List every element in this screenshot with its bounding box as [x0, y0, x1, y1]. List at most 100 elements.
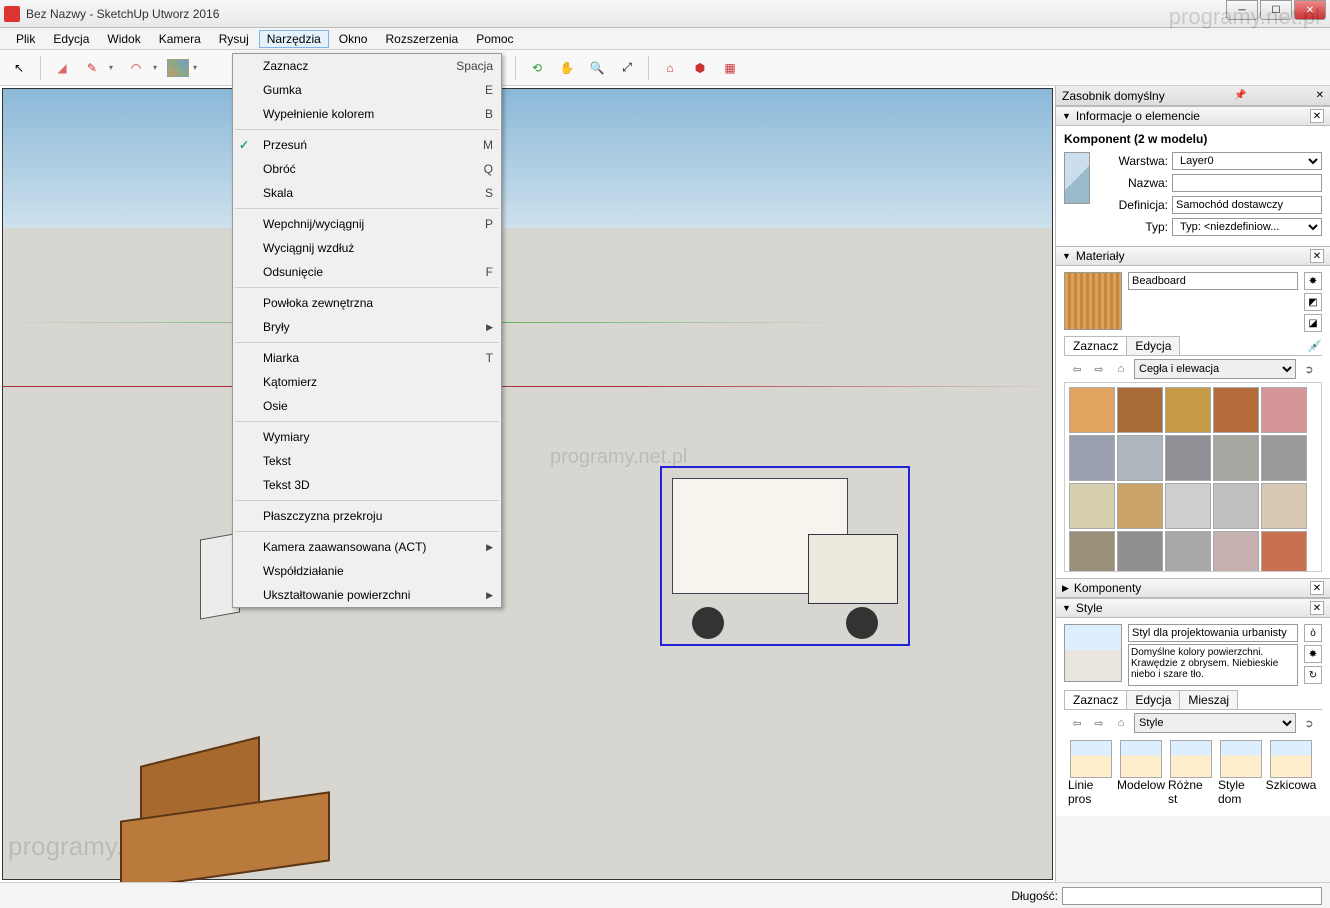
- menu-plik[interactable]: Plik: [8, 30, 43, 48]
- menu-item[interactable]: Płaszczyzna przekroju: [233, 504, 501, 528]
- components-header[interactable]: ▶Komponenty ✕: [1056, 578, 1330, 598]
- eyedropper-icon[interactable]: 💉: [1307, 339, 1322, 353]
- viewport-3d[interactable]: programy.net.pl programy.net.pl: [0, 86, 1055, 882]
- material-swatch[interactable]: [1117, 531, 1163, 572]
- definition-input[interactable]: [1172, 196, 1322, 214]
- tray-close-icon[interactable]: ✕: [1316, 90, 1324, 101]
- menu-item[interactable]: OdsunięcieF: [233, 260, 501, 284]
- material-swatch[interactable]: [1165, 531, 1211, 572]
- nav-back-icon[interactable]: ⇦: [1068, 360, 1086, 378]
- menu-item[interactable]: GumkaE: [233, 78, 501, 102]
- material-swatch[interactable]: [1213, 387, 1259, 433]
- menu-item[interactable]: Wypełnienie koloremB: [233, 102, 501, 126]
- material-swatch[interactable]: [1213, 531, 1259, 572]
- home-icon[interactable]: ⌂: [1112, 714, 1130, 732]
- materials-tab-edit[interactable]: Edycja: [1126, 336, 1180, 355]
- warehouse-button[interactable]: ⌂: [657, 55, 683, 81]
- pin-icon[interactable]: 📌: [1234, 90, 1246, 101]
- details-icon[interactable]: ➲: [1300, 714, 1318, 732]
- materials-header[interactable]: ▼Materiały ✕: [1056, 246, 1330, 266]
- panel-close-icon[interactable]: ✕: [1310, 601, 1324, 615]
- material-swatch[interactable]: [1069, 531, 1115, 572]
- menu-narzędzia[interactable]: Narzędzia: [259, 30, 329, 48]
- default-material-icon[interactable]: ◩: [1304, 293, 1322, 311]
- pencil-tool[interactable]: ✎: [79, 55, 105, 81]
- menu-item[interactable]: Powłoka zewnętrzna: [233, 291, 501, 315]
- menu-item[interactable]: Bryły▶: [233, 315, 501, 339]
- type-select[interactable]: Typ: <niezdefiniow...: [1172, 218, 1322, 236]
- panel-close-icon[interactable]: ✕: [1310, 581, 1324, 595]
- menu-item[interactable]: Wymiary: [233, 425, 501, 449]
- zoom-tool[interactable]: 🔍: [584, 55, 610, 81]
- measurement-input[interactable]: [1062, 887, 1322, 905]
- style-update-icon[interactable]: ò: [1304, 624, 1322, 642]
- material-category-select[interactable]: Cegła i elewacja: [1134, 359, 1296, 379]
- zoom-extents-tool[interactable]: ⤢: [614, 55, 640, 81]
- style-thumb[interactable]: Linie pros: [1068, 740, 1114, 806]
- menu-item[interactable]: Tekst 3D: [233, 473, 501, 497]
- styles-tab-edit[interactable]: Edycja: [1126, 690, 1180, 709]
- details-icon[interactable]: ➲: [1300, 360, 1318, 378]
- styles-header[interactable]: ▼Style ✕: [1056, 598, 1330, 618]
- styles-tab-mix[interactable]: Mieszaj: [1179, 690, 1238, 709]
- material-swatch[interactable]: [1261, 435, 1307, 481]
- style-thumb[interactable]: Modelow: [1118, 740, 1164, 806]
- style-category-select[interactable]: Style: [1134, 713, 1296, 733]
- pan-tool[interactable]: ✋: [554, 55, 580, 81]
- menu-item[interactable]: ObróćQ: [233, 157, 501, 181]
- layout-button[interactable]: ▦: [717, 55, 743, 81]
- menu-item[interactable]: Osie: [233, 394, 501, 418]
- materials-tab-select[interactable]: Zaznacz: [1064, 336, 1127, 355]
- orbit-tool[interactable]: ⟲: [524, 55, 550, 81]
- menu-item[interactable]: Tekst: [233, 449, 501, 473]
- model-truck-selected[interactable]: [660, 466, 910, 646]
- material-swatch[interactable]: [1117, 483, 1163, 529]
- entity-info-header[interactable]: ▼Informacje o elemencie ✕: [1056, 106, 1330, 126]
- menu-rysuj[interactable]: Rysuj: [211, 30, 257, 48]
- material-swatch[interactable]: [1213, 483, 1259, 529]
- menu-kamera[interactable]: Kamera: [151, 30, 209, 48]
- style-thumb[interactable]: Różne st: [1168, 740, 1214, 806]
- menu-item[interactable]: Wyciągnij wzdłuż: [233, 236, 501, 260]
- material-swatch[interactable]: [1117, 435, 1163, 481]
- material-swatch[interactable]: [1069, 435, 1115, 481]
- create-material-icon[interactable]: ✸: [1304, 272, 1322, 290]
- material-swatch[interactable]: [1117, 387, 1163, 433]
- menu-item[interactable]: Kątomierz: [233, 370, 501, 394]
- tray-header[interactable]: Zasobnik domyślny 📌 ✕: [1056, 86, 1330, 106]
- menu-edycja[interactable]: Edycja: [45, 30, 97, 48]
- material-swatch[interactable]: [1261, 387, 1307, 433]
- style-thumb[interactable]: Style dom: [1218, 740, 1264, 806]
- arc-tool[interactable]: ◠: [123, 55, 149, 81]
- menu-rozszerzenia[interactable]: Rozszerzenia: [377, 30, 466, 48]
- menu-item[interactable]: ZaznaczSpacja: [233, 54, 501, 78]
- menu-widok[interactable]: Widok: [99, 30, 148, 48]
- material-swatch[interactable]: [1165, 435, 1211, 481]
- menu-pomoc[interactable]: Pomoc: [468, 30, 521, 48]
- nav-fwd-icon[interactable]: ⇨: [1090, 714, 1108, 732]
- layer-select[interactable]: Layer0: [1172, 152, 1322, 170]
- menu-item[interactable]: MiarkaT: [233, 346, 501, 370]
- rect-tool[interactable]: [167, 59, 189, 77]
- back-face-icon[interactable]: ◪: [1304, 314, 1322, 332]
- menu-item[interactable]: Ukształtowanie powierzchni▶: [233, 583, 501, 607]
- material-swatch[interactable]: [1261, 483, 1307, 529]
- extension-button[interactable]: ⬢: [687, 55, 713, 81]
- material-swatch[interactable]: [1261, 531, 1307, 572]
- material-swatch[interactable]: [1069, 483, 1115, 529]
- material-swatch[interactable]: [1165, 387, 1211, 433]
- name-input[interactable]: [1172, 174, 1322, 192]
- material-swatch[interactable]: [1069, 387, 1115, 433]
- eraser-tool[interactable]: ◢: [49, 55, 75, 81]
- material-swatch[interactable]: [1165, 483, 1211, 529]
- style-thumb[interactable]: Szkicowa: [1268, 740, 1314, 806]
- home-icon[interactable]: ⌂: [1112, 360, 1130, 378]
- panel-close-icon[interactable]: ✕: [1310, 249, 1324, 263]
- nav-fwd-icon[interactable]: ⇨: [1090, 360, 1108, 378]
- nav-back-icon[interactable]: ⇦: [1068, 714, 1086, 732]
- styles-tab-select[interactable]: Zaznacz: [1064, 690, 1127, 709]
- menu-item[interactable]: SkalaS: [233, 181, 501, 205]
- menu-item[interactable]: Kamera zaawansowana (ACT)▶: [233, 535, 501, 559]
- style-refresh-icon[interactable]: ↻: [1304, 666, 1322, 684]
- style-create-icon[interactable]: ✸: [1304, 645, 1322, 663]
